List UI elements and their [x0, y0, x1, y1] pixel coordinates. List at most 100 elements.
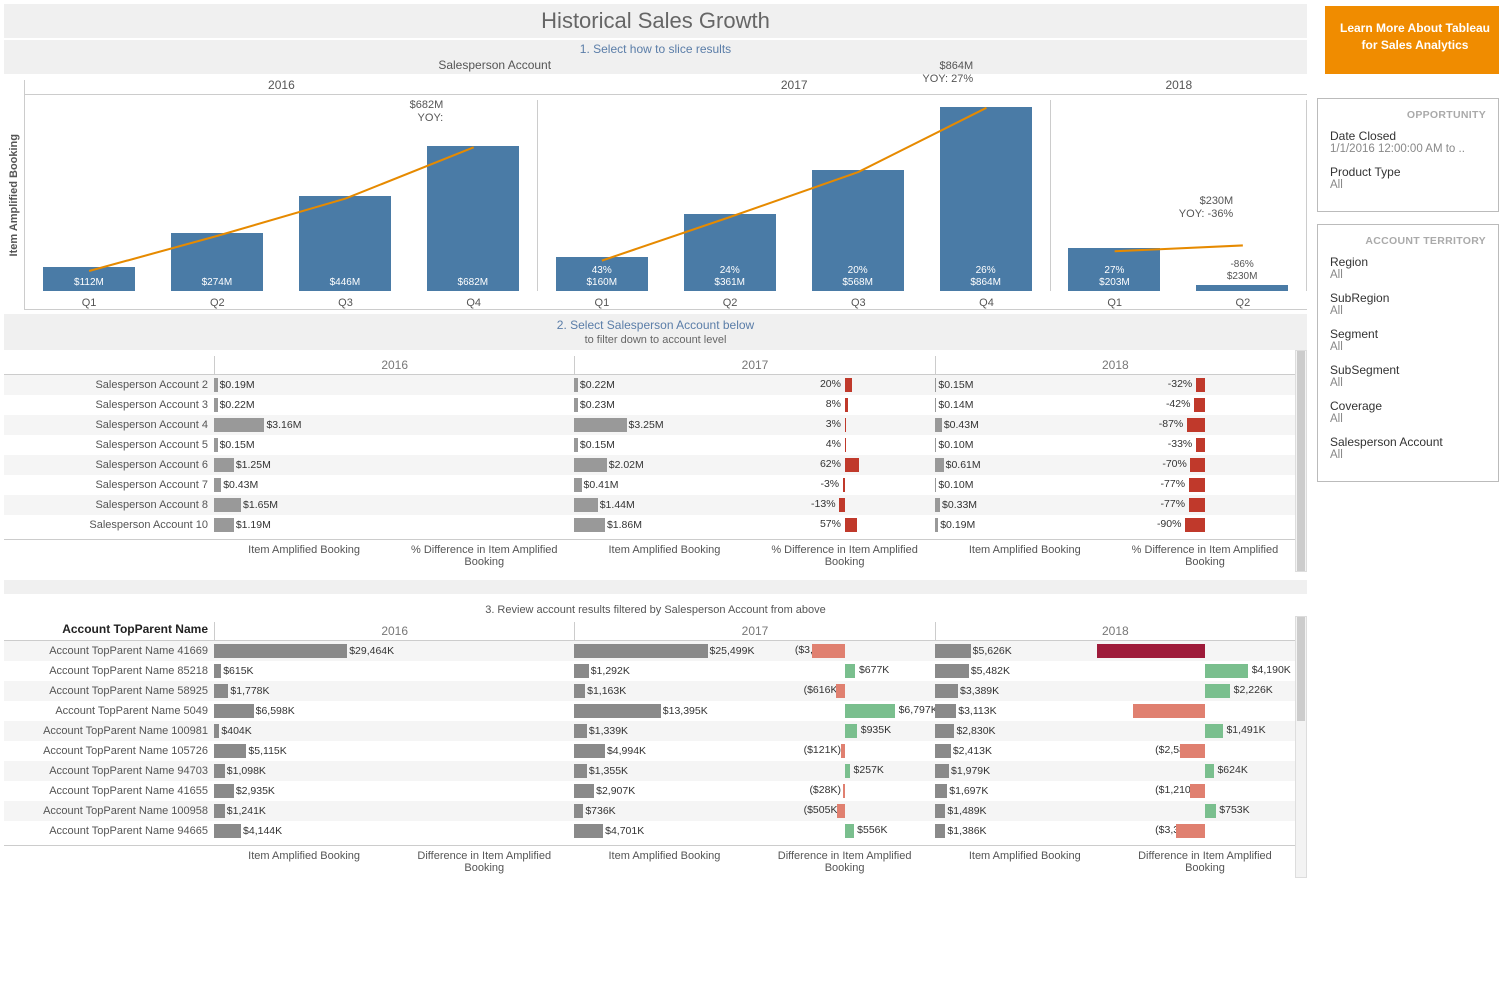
table-row[interactable]: Account TopParent Name 94703$1,098K$1,35… [4, 761, 1295, 781]
bar [1196, 285, 1288, 291]
bar-slot[interactable]: 24%$361M [666, 100, 794, 291]
opportunity-filter-box: OPPORTUNITY Date Closed 1/1/2016 12:00:0… [1317, 98, 1499, 212]
row-name: Salesperson Account 6 [4, 459, 214, 471]
table-row[interactable]: Salesperson Account 7$0.43M$0.41M-3%$0.1… [4, 475, 1295, 495]
col-footer: Item Amplified Booking [214, 540, 394, 572]
bar-slot[interactable]: $112M [25, 100, 153, 291]
col-footer: Item Amplified Booking [574, 846, 754, 878]
chart-year-header: 2016 [25, 78, 538, 95]
bar-label: $112M [43, 277, 135, 289]
divider [4, 580, 1307, 594]
bar: $112M [43, 267, 135, 291]
table-row[interactable]: Salesperson Account 6$1.25M$2.02M62%$0.6… [4, 455, 1295, 475]
section2-header: 2. Select Salesperson Account below to f… [4, 314, 1307, 350]
filter-salesperson[interactable]: Salesperson AccountAll [1330, 435, 1486, 461]
table-row[interactable]: Account TopParent Name 105726$5,115K$4,9… [4, 741, 1295, 761]
salesperson-table[interactable]: 2016 2017 2018 Salesperson Account 2$0.1… [4, 356, 1295, 572]
chart-callout: $230MYOY: -36% [1179, 195, 1233, 221]
row-name: Account TopParent Name 85218 [4, 665, 214, 677]
row-name: Salesperson Account 3 [4, 399, 214, 411]
scrollbar[interactable] [1295, 616, 1307, 878]
table-row[interactable]: Account TopParent Name 41655$2,935K$2,90… [4, 781, 1295, 801]
table-row[interactable]: Account TopParent Name 100958$1,241K$736… [4, 801, 1295, 821]
row-name: Account TopParent Name 41655 [4, 785, 214, 797]
table-row[interactable]: Account TopParent Name 85218$615K$1,292K… [4, 661, 1295, 681]
bar-label: $682M [427, 277, 519, 289]
chart-year-header: 2018 [1051, 78, 1307, 95]
bar-label: $446M [299, 277, 391, 289]
table-row[interactable]: Account TopParent Name 94665$4,144K$4,70… [4, 821, 1295, 841]
section2-title: 2. Select Salesperson Account below [4, 318, 1307, 332]
growth-chart[interactable]: Item Amplified Booking 201620172018 $112… [4, 80, 1307, 310]
account-table[interactable]: Account TopParent Name 2016 2017 2018 Ac… [4, 622, 1295, 878]
col-footer: % Difference in Item Amplified Booking [1115, 540, 1295, 572]
slice-instruction: 1. Select how to slice results [438, 42, 872, 56]
quarter-label: Q1 [1051, 297, 1179, 309]
learn-more-button[interactable]: Learn More About Tableau for Sales Analy… [1325, 6, 1499, 74]
bar-slot[interactable]: $682M [409, 100, 537, 291]
filter-product-type[interactable]: Product Type All [1330, 165, 1486, 191]
bar-slot[interactable]: $446M [281, 100, 409, 291]
bar-slot[interactable]: 26%$864M [922, 100, 1050, 291]
quarter-label: Q2 [153, 297, 281, 309]
bar-label: 20%$568M [812, 265, 904, 289]
quarter-label: Q2 [1179, 297, 1307, 309]
table-row[interactable]: Account TopParent Name 41669$29,464K$25,… [4, 641, 1295, 661]
col-footer: % Difference in Item Amplified Booking [394, 540, 574, 572]
quarter-label: Q1 [25, 297, 153, 309]
chart-callout: $864MYOY: 27% [922, 60, 973, 86]
page-title: Historical Sales Growth [4, 8, 1307, 34]
bar-label: 24%$361M [684, 265, 776, 289]
bar-label: -86%$230M [1227, 259, 1258, 283]
row-name: Account TopParent Name 105726 [4, 745, 214, 757]
bar-label: 43%$160M [556, 265, 648, 289]
table-row[interactable]: Account TopParent Name 5049$6,598K$13,39… [4, 701, 1295, 721]
bar: $682M [427, 146, 519, 291]
bar-slot[interactable]: 43%$160M [538, 100, 666, 291]
row-name: Account TopParent Name 94665 [4, 825, 214, 837]
quarter-label: Q4 [922, 297, 1050, 309]
table-row[interactable]: Salesperson Account 3$0.22M$0.23M8%$0.14… [4, 395, 1295, 415]
bar: 20%$568M [812, 170, 904, 291]
y-axis-label: Item Amplified Booking [4, 134, 24, 256]
scrollbar[interactable] [1295, 350, 1307, 572]
year-col-2017: 2017 [574, 622, 934, 640]
territory-filter-box: ACCOUNT TERRITORY RegionAll SubRegionAll… [1317, 224, 1499, 482]
filter-date-closed[interactable]: Date Closed 1/1/2016 12:00:00 AM to .. [1330, 129, 1486, 155]
filter-subsegment[interactable]: SubSegmentAll [1330, 363, 1486, 389]
table-row[interactable]: Account TopParent Name 58925$1,778K$1,16… [4, 681, 1295, 701]
row-name: Salesperson Account 7 [4, 479, 214, 491]
bar-slot[interactable]: 27%$203M [1051, 100, 1179, 291]
year-col-2018: 2018 [935, 356, 1295, 374]
filter-box-title: ACCOUNT TERRITORY [1330, 235, 1486, 247]
table-row[interactable]: Salesperson Account 2$0.19M$0.22M20%$0.1… [4, 375, 1295, 395]
col-footer: % Difference in Item Amplified Booking [755, 540, 935, 572]
row-name: Account TopParent Name 58925 [4, 685, 214, 697]
year-col-2017: 2017 [574, 356, 934, 374]
row-name: Salesperson Account 8 [4, 499, 214, 511]
bar-slot[interactable]: $274M [153, 100, 281, 291]
table-row[interactable]: Salesperson Account 10$1.19M$1.86M57%$0.… [4, 515, 1295, 535]
bar-label: 27%$203M [1068, 265, 1160, 289]
filter-coverage[interactable]: CoverageAll [1330, 399, 1486, 425]
table-row[interactable]: Salesperson Account 5$0.15M$0.15M4%$0.10… [4, 435, 1295, 455]
table-row[interactable]: Salesperson Account 8$1.65M$1.44M-13%$0.… [4, 495, 1295, 515]
slice-selector[interactable]: 1. Select how to slice results Salespers… [4, 40, 1307, 74]
filter-subregion[interactable]: SubRegionAll [1330, 291, 1486, 317]
bar: 27%$203M [1068, 248, 1160, 291]
table-row[interactable]: Salesperson Account 4$3.16M$3.25M3%$0.43… [4, 415, 1295, 435]
col-footer: Item Amplified Booking [214, 846, 394, 878]
bar: 26%$864M [940, 107, 1032, 291]
quarter-label: Q4 [410, 297, 538, 309]
col-footer: Item Amplified Booking [935, 846, 1115, 878]
quarter-label: Q3 [281, 297, 409, 309]
row-name: Account TopParent Name 100981 [4, 725, 214, 737]
filter-segment[interactable]: SegmentAll [1330, 327, 1486, 353]
bar: $274M [171, 233, 263, 291]
bar-slot[interactable]: 20%$568M [794, 100, 922, 291]
filter-region[interactable]: RegionAll [1330, 255, 1486, 281]
row-name: Account TopParent Name 100958 [4, 805, 214, 817]
slice-value: Salesperson Account [438, 56, 872, 72]
table-row[interactable]: Account TopParent Name 100981$404K$1,339… [4, 721, 1295, 741]
col-footer: Item Amplified Booking [935, 540, 1115, 572]
